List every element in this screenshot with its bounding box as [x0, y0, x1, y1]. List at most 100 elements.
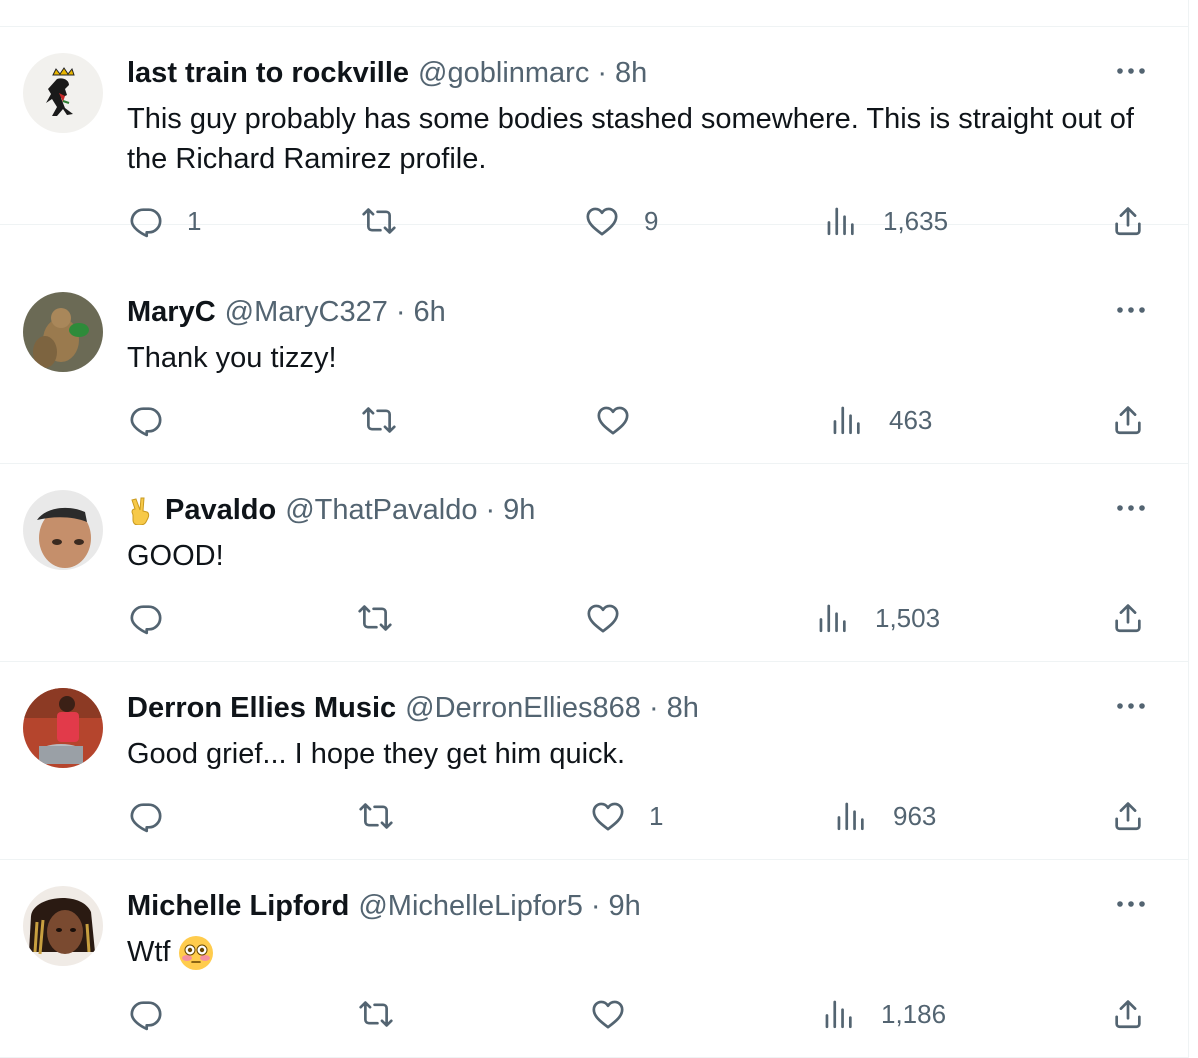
heart-icon [591, 997, 625, 1031]
user-handle[interactable]: @MichelleLipfor5 [358, 888, 582, 924]
action-bar: 1,186 [0, 994, 1188, 1034]
views-button[interactable]: 1,186 [822, 994, 946, 1034]
retweet-button[interactable] [362, 201, 396, 241]
reply-button[interactable]: 1 [129, 201, 201, 241]
tweet-header: Michelle Lipford @MichelleLipfor5 · 9h [127, 888, 641, 924]
tweet-text: Good grief... I hope they get him quick. [127, 738, 626, 770]
more-icon[interactable] [1114, 300, 1148, 320]
tweet-card[interactable]: Pavaldo @ThatPavaldo · 9h GOOD! 1,503 [0, 464, 1188, 662]
more-icon[interactable] [1114, 894, 1148, 914]
share-button[interactable] [1111, 994, 1145, 1034]
retweet-icon [362, 403, 396, 437]
tweet-text: Thank you tizzy! [127, 342, 337, 374]
more-icon[interactable] [1114, 696, 1148, 716]
share-icon [1111, 403, 1145, 437]
retweet-icon [362, 204, 396, 238]
like-button[interactable] [586, 598, 620, 638]
replies-feed: last train to rockville @goblinmarc · 8h… [0, 0, 1189, 1058]
tweet-card[interactable]: last train to rockville @goblinmarc · 8h… [0, 27, 1188, 225]
avatar[interactable] [23, 292, 103, 372]
reply-icon [129, 403, 163, 437]
display-name[interactable]: last train to rockville [127, 55, 409, 91]
separator-dot: · [648, 692, 659, 724]
heart-icon [596, 403, 630, 437]
views-button[interactable]: 1,503 [816, 598, 940, 638]
tweet-text-row: Wtf [127, 932, 1137, 972]
share-button[interactable] [1111, 598, 1145, 638]
share-icon [1111, 997, 1145, 1031]
tweet-header: last train to rockville @goblinmarc · 8h [127, 55, 647, 91]
user-handle[interactable]: @ThatPavaldo [285, 492, 477, 528]
tweet-header: Derron Ellies Music @DerronEllies868 · 8… [127, 690, 699, 726]
views-button[interactable]: 463 [830, 400, 932, 440]
views-icon [816, 601, 850, 635]
user-handle[interactable]: @goblinmarc [418, 55, 589, 91]
reply-button[interactable] [129, 400, 163, 440]
share-button[interactable] [1111, 400, 1145, 440]
reply-count: 1 [187, 205, 202, 236]
action-bar: 1 963 [0, 796, 1188, 836]
user-handle[interactable]: @DerronEllies868 [405, 690, 641, 726]
tweet-card[interactable]: Derron Ellies Music @DerronEllies868 · 8… [0, 662, 1188, 860]
reply-icon [129, 601, 163, 635]
tweet-header: Pavaldo @ThatPavaldo · 9h [127, 492, 535, 528]
avatar[interactable] [23, 490, 103, 570]
views-icon [824, 204, 858, 238]
retweet-button[interactable] [362, 400, 396, 440]
like-button[interactable]: 9 [585, 201, 658, 241]
like-button[interactable] [596, 400, 630, 440]
tweet-card[interactable]: MaryC @MaryC327 · 6h Thank you tizzy! 46… [0, 266, 1188, 464]
reply-icon [129, 799, 163, 833]
retweet-icon [358, 601, 392, 635]
more-icon[interactable] [1114, 61, 1148, 81]
heart-icon [591, 799, 625, 833]
heart-icon [586, 601, 620, 635]
view-count: 1,635 [883, 205, 949, 236]
avatar[interactable] [23, 53, 103, 133]
action-bar: 463 [0, 400, 1188, 440]
timestamp[interactable]: 8h [667, 690, 699, 726]
separator-dot: · [590, 890, 601, 922]
views-icon [834, 799, 868, 833]
view-count: 963 [893, 800, 937, 831]
retweet-button[interactable] [358, 598, 392, 638]
avatar[interactable] [23, 886, 103, 966]
action-bar: 1 9 1,635 [0, 201, 1188, 241]
timestamp[interactable]: 6h [414, 294, 446, 330]
like-count: 1 [649, 800, 664, 831]
reply-icon [129, 204, 163, 238]
display-name[interactable]: MaryC [127, 294, 216, 330]
reply-button[interactable] [129, 994, 163, 1034]
share-button[interactable] [1111, 201, 1145, 241]
display-name[interactable]: Pavaldo [165, 492, 276, 528]
like-button[interactable]: 1 [591, 796, 663, 836]
user-handle[interactable]: @MaryC327 [225, 294, 388, 330]
share-button[interactable] [1111, 796, 1145, 836]
tweet-card[interactable]: Michelle Lipford @MichelleLipfor5 · 9h W… [0, 860, 1188, 1058]
retweet-icon [359, 799, 393, 833]
retweet-button[interactable] [359, 796, 393, 836]
display-name[interactable]: Derron Ellies Music [127, 690, 396, 726]
tweet-header: MaryC @MaryC327 · 6h [127, 294, 446, 330]
views-button[interactable]: 1,635 [824, 201, 948, 241]
avatar[interactable] [23, 688, 103, 768]
display-name[interactable]: Michelle Lipford [127, 888, 349, 924]
view-count: 463 [889, 404, 933, 435]
separator-dot: · [395, 296, 406, 328]
timestamp[interactable]: 9h [609, 888, 641, 924]
retweet-icon [359, 997, 393, 1031]
reply-button[interactable] [129, 598, 163, 638]
victory-hand-emoji [131, 497, 150, 525]
timestamp[interactable]: 9h [503, 492, 535, 528]
reply-button[interactable] [129, 796, 163, 836]
view-count: 1,186 [881, 998, 947, 1029]
tweet-text: Wtf [127, 936, 171, 968]
flushed-face-emoji [178, 936, 213, 971]
timestamp[interactable]: 8h [615, 55, 647, 91]
like-count: 9 [644, 205, 659, 236]
retweet-button[interactable] [359, 994, 393, 1034]
like-button[interactable] [591, 994, 625, 1034]
views-icon [822, 997, 856, 1031]
views-button[interactable]: 963 [834, 796, 936, 836]
more-icon[interactable] [1114, 498, 1148, 518]
